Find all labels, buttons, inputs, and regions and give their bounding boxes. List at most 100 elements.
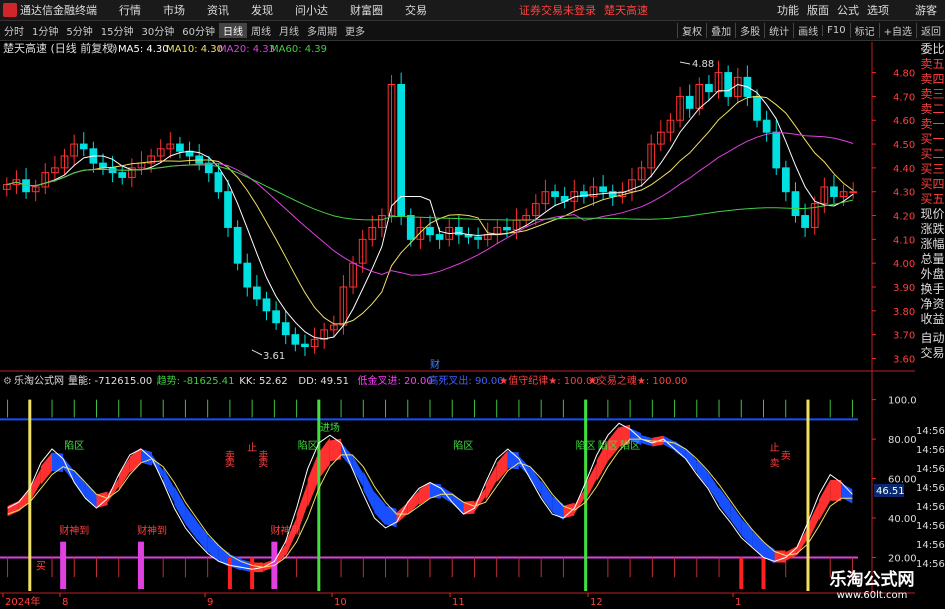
sidebar-item[interactable]: 买四 bbox=[920, 177, 945, 192]
candle-body bbox=[753, 95, 761, 121]
sidebar-item[interactable]: 买二 bbox=[920, 147, 945, 162]
trend-band-segment bbox=[841, 483, 853, 504]
trend-band-segment bbox=[52, 452, 64, 472]
auto-label[interactable]: 自动 bbox=[920, 331, 945, 346]
price-tick-label: 3.60 bbox=[893, 354, 915, 365]
time-readout: 14:56 bbox=[916, 445, 945, 456]
indicator-annotation: 陷区 bbox=[453, 439, 473, 452]
sidebar-item[interactable]: 买一 bbox=[920, 132, 945, 147]
indicator-annotation: 财神到 bbox=[59, 524, 89, 537]
indicator-label: DD: 49.51 bbox=[298, 376, 349, 387]
high-price-pointer bbox=[679, 61, 691, 65]
indicator-annotation: 陷区 bbox=[620, 439, 640, 452]
magenta-signal-bar bbox=[60, 541, 67, 590]
price-tick-label: 4.10 bbox=[893, 235, 915, 246]
indicator-body bbox=[0, 399, 858, 591]
sidebar-item[interactable]: 卖五 bbox=[920, 57, 945, 72]
indicator-label: KK: 52.62 bbox=[239, 376, 287, 387]
indicator-annotation: 陷区 bbox=[576, 439, 596, 452]
price-tick-label: 3.70 bbox=[893, 331, 915, 342]
trend-band-segment bbox=[685, 447, 697, 473]
ma20-label: MA20: 4.33 bbox=[218, 44, 275, 55]
candle-body bbox=[118, 172, 127, 178]
price-tick-label: 4.30 bbox=[893, 188, 915, 199]
kline-chart[interactable]: 楚天高速 (日线 前复权) ⚙ MA5: 4.30 MA10: 4.30 MA2… bbox=[0, 0, 945, 609]
candle-body bbox=[801, 215, 809, 228]
sidebar-item[interactable]: 涨跌 bbox=[920, 222, 945, 237]
settings-icon[interactable]: ⚙ bbox=[107, 44, 116, 55]
candle-body bbox=[397, 84, 406, 217]
candle-body bbox=[705, 84, 713, 93]
trade-label[interactable]: 交易 bbox=[920, 346, 945, 361]
trend-band-segment bbox=[696, 459, 708, 487]
trend-band-segment bbox=[474, 488, 486, 512]
red-signal-bar bbox=[761, 557, 766, 590]
indicator-annotation: 陷区 bbox=[298, 439, 318, 452]
time-tick-label: 2024年 bbox=[5, 595, 40, 608]
sidebar-item[interactable]: 外盘 bbox=[920, 267, 945, 282]
candle-body bbox=[849, 191, 858, 194]
sidebar-item[interactable]: 买五 bbox=[920, 192, 945, 207]
low-price-pointer bbox=[251, 349, 263, 356]
candle-body bbox=[830, 186, 838, 197]
sidebar-item[interactable]: 收益 bbox=[920, 312, 945, 327]
sidebar-item[interactable]: 现价 bbox=[920, 207, 945, 222]
fin-report-marker[interactable]: 财 bbox=[430, 358, 440, 371]
trend-band-segment bbox=[118, 457, 130, 490]
sidebar-item[interactable]: 卖一 bbox=[920, 117, 945, 132]
price-tick-label: 4.50 bbox=[893, 140, 915, 151]
trend-band-segment bbox=[40, 452, 52, 485]
trend-band-segment bbox=[107, 478, 119, 503]
candle-body bbox=[224, 191, 232, 228]
indicator-annotation: 财神到 bbox=[137, 524, 167, 537]
indicator-label: 低金叉进: 20.00 bbox=[358, 374, 433, 387]
time-tick-label: 8 bbox=[62, 597, 68, 608]
candle-body bbox=[243, 262, 252, 288]
indicator-tick-label: 20.00 bbox=[888, 553, 917, 564]
sidebar-item[interactable]: 委比 bbox=[920, 42, 945, 57]
candle-body bbox=[176, 143, 184, 152]
price-tick-labels: 3.60 3.70 3.80 3.90 4.00 4.10 4.20 4.30 4.40 4.50… bbox=[872, 69, 915, 365]
indicator-annotation: 止 bbox=[247, 442, 257, 454]
trend-band-segment bbox=[318, 437, 330, 479]
indicator-settings-icon[interactable]: ⚙ bbox=[3, 376, 12, 387]
sidebar-item[interactable]: 卖四 bbox=[920, 72, 945, 87]
candle-body bbox=[599, 186, 607, 193]
watermark: 乐淘公式网 www.60lt.com bbox=[812, 565, 932, 601]
candle-body bbox=[781, 167, 790, 193]
indicator-title: 乐淘公式网 bbox=[14, 374, 64, 387]
indicator-annotation: 卖 bbox=[781, 450, 791, 462]
red-signal-bar bbox=[739, 557, 744, 590]
indicator-label: 趋势: -81625.41 bbox=[157, 374, 235, 387]
sidebar-item[interactable]: 买三 bbox=[920, 162, 945, 177]
sidebar-item[interactable]: 卖二 bbox=[920, 102, 945, 117]
indicator-annotation: 财神到 bbox=[270, 524, 300, 537]
trend-band-segment bbox=[418, 482, 430, 505]
trend-band-segment bbox=[530, 466, 542, 495]
ma5-label: MA5: 4.30 bbox=[118, 44, 169, 55]
candle-body bbox=[272, 310, 280, 324]
indicator-tick-label: 100.0 bbox=[888, 396, 917, 407]
trend-band-segment bbox=[74, 470, 86, 497]
trend-band-segment bbox=[541, 480, 553, 513]
ma-lines-group bbox=[6, 83, 854, 340]
sidebar-item[interactable]: 换手 bbox=[920, 282, 945, 297]
candle-body bbox=[262, 298, 271, 312]
quote-sidebar: 委比 卖五 卖四 卖三 卖二 卖一 买一 买二 买三 买四 买五 现价 涨跌 涨… bbox=[920, 42, 945, 422]
time-axis-labels: 2024年 8 9 10 11 12 1 bbox=[2, 593, 741, 608]
sidebar-item[interactable]: 涨幅 bbox=[920, 237, 945, 252]
sidebar-item[interactable]: 净资 bbox=[920, 297, 945, 312]
candle-body bbox=[772, 131, 781, 169]
sidebar-item[interactable]: 卖三 bbox=[920, 87, 945, 102]
sidebar-item[interactable]: 总量 bbox=[920, 252, 945, 267]
trend-band-segment bbox=[830, 480, 842, 501]
indicator-annotation: 进场 bbox=[320, 421, 340, 434]
price-tick-label: 4.80 bbox=[893, 69, 915, 80]
price-tick-label: 4.20 bbox=[893, 212, 915, 223]
price-tick-label: 4.70 bbox=[893, 92, 915, 103]
time-readout: 14:56 bbox=[916, 502, 945, 513]
main-chart-title: 楚天高速 (日线 前复权) bbox=[3, 41, 118, 55]
candle-body bbox=[214, 172, 223, 193]
candle-body bbox=[291, 334, 300, 345]
candle-body bbox=[685, 95, 694, 109]
